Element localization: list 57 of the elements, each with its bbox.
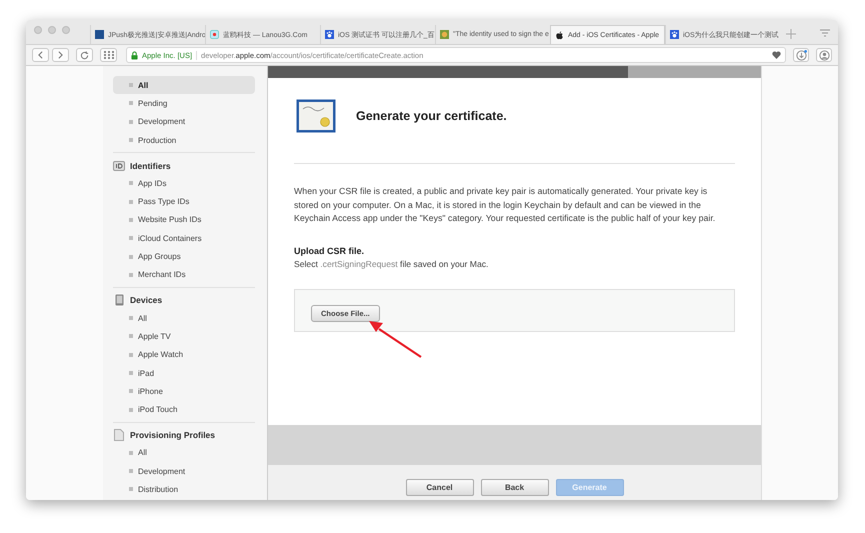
apple-icon: [555, 30, 564, 40]
paw-icon: [325, 30, 334, 39]
back-button[interactable]: [32, 48, 49, 62]
tab-favicon-icon: [440, 30, 449, 39]
reload-icon: [80, 50, 89, 60]
back-icon: [38, 51, 43, 59]
document-icon: [113, 429, 125, 442]
upload-hint: Select .certSigningRequest file saved on your Mac.: [294, 258, 490, 268]
sidebar-item[interactable]: Apple Watch: [113, 346, 255, 364]
forward-icon: [58, 51, 63, 59]
sidebar-item[interactable]: iPhone: [113, 382, 255, 400]
page-title: Generate your certificate.: [356, 109, 507, 123]
window-control-dot[interactable]: [62, 26, 70, 34]
sidebar-item[interactable]: All: [113, 76, 255, 94]
tab-favicon-icon: [95, 30, 104, 39]
sidebar-item[interactable]: Merchant IDs: [113, 266, 255, 284]
sidebar-item[interactable]: App IDs: [113, 174, 255, 192]
sidebar-item[interactable]: All: [113, 308, 255, 328]
user-icon: [818, 50, 830, 60]
sidebar-section-heading: Devices: [130, 295, 162, 306]
id-card-icon: [113, 160, 125, 171]
footer-button[interactable]: Cancel: [406, 479, 474, 496]
sidebar-item[interactable]: All: [113, 444, 255, 462]
footer-button[interactable]: Back: [480, 479, 548, 496]
certificate-icon: [296, 99, 336, 133]
window-control-dot[interactable]: [34, 26, 42, 34]
sidebar-item[interactable]: Website Push IDs: [113, 210, 255, 230]
sidebar-item[interactable]: iCloud Containers: [113, 229, 255, 248]
sidebar-item[interactable]: Development: [113, 112, 255, 131]
heart-icon[interactable]: [772, 51, 781, 59]
tab-overview-icon[interactable]: [820, 29, 830, 37]
tab-favicon-icon: [210, 30, 219, 39]
reload-button[interactable]: [76, 48, 93, 62]
tablet-icon: [113, 294, 125, 306]
upload-heading: Upload CSR file.: [294, 246, 366, 256]
sidebar-section-heading: Identifiers: [130, 160, 171, 171]
window-control-dot[interactable]: [48, 26, 56, 34]
sidebar-item[interactable]: Pending: [113, 94, 255, 113]
description-paragraph: When your CSR file is created, a public and private key pair is automatically generated. Your private key is stored on your computer. On a Mac, it is stored in the login Keychain by default and can be viewed in the Keychain Access app under the "Keys" category. Your requested certificate is the public half of your key pair.: [294, 185, 716, 225]
plus-icon: [786, 29, 796, 39]
sidebar-item[interactable]: Distribution: [113, 480, 255, 499]
sidebar-item[interactable]: iPod Touch: [113, 400, 255, 419]
user-button[interactable]: [816, 48, 832, 62]
sidebar-section-heading: Provisioning Profiles: [130, 430, 216, 440]
sidebar-item[interactable]: Production: [113, 130, 255, 150]
sidebar-item[interactable]: Pass Type IDs: [113, 192, 255, 211]
sidebar-item[interactable]: Apple TV: [113, 327, 255, 346]
sidebar-item[interactable]: iPad: [113, 364, 255, 382]
download-icon: [796, 50, 806, 60]
forward-button[interactable]: [52, 48, 69, 62]
sidebar-item[interactable]: App Groups: [113, 247, 255, 266]
top-sites-button[interactable]: [100, 48, 117, 62]
paw-icon: [670, 30, 679, 39]
sidebar-item[interactable]: Development: [113, 462, 255, 480]
lock-icon: [131, 50, 138, 60]
download-button[interactable]: [793, 48, 809, 62]
grid-icon: [104, 51, 114, 59]
